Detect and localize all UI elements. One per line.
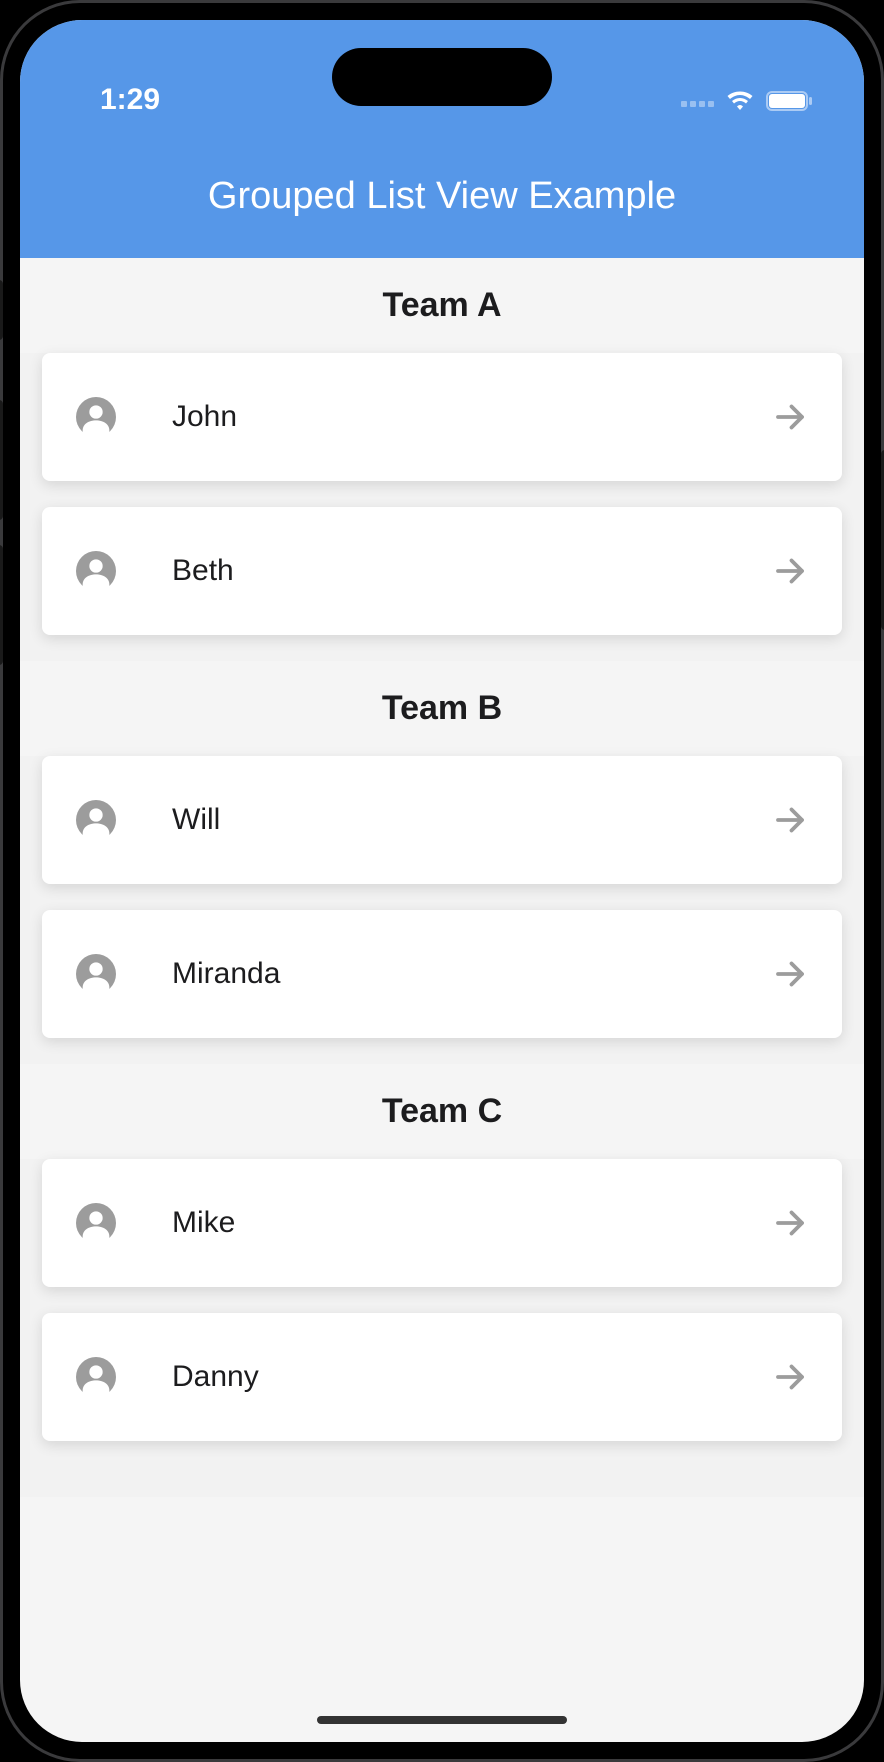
avatar-icon bbox=[76, 954, 116, 994]
cellular-icon bbox=[681, 101, 714, 107]
avatar-icon bbox=[76, 397, 116, 437]
item-name: Will bbox=[172, 803, 772, 837]
arrow-right-icon bbox=[772, 956, 808, 992]
status-icons bbox=[681, 90, 814, 117]
avatar-icon bbox=[76, 800, 116, 840]
device-side-button bbox=[0, 280, 3, 340]
arrow-right-icon bbox=[772, 1359, 808, 1395]
arrow-right-icon bbox=[772, 553, 808, 589]
device-screen: 1:29 bbox=[20, 20, 864, 1742]
group-header: Team A bbox=[20, 258, 864, 353]
device-volume-down-button bbox=[0, 545, 3, 665]
item-name: Mike bbox=[172, 1206, 772, 1240]
list-item[interactable]: Mike bbox=[42, 1159, 842, 1287]
list-content[interactable]: Team A John Beth Team B Will Miranda Team C Mik… bbox=[20, 258, 864, 1497]
device-notch bbox=[332, 48, 552, 106]
item-name: Miranda bbox=[172, 957, 772, 991]
device-volume-up-button bbox=[0, 400, 3, 520]
app-header: Grouped List View Example bbox=[20, 125, 864, 258]
avatar-icon bbox=[76, 1203, 116, 1243]
page-title: Grouped List View Example bbox=[40, 175, 844, 218]
status-time: 1:29 bbox=[100, 83, 160, 117]
list-item[interactable]: Miranda bbox=[42, 910, 842, 1038]
device-frame: 1:29 bbox=[0, 0, 884, 1762]
home-indicator[interactable] bbox=[317, 1716, 567, 1724]
wifi-icon bbox=[726, 90, 754, 117]
group-header: Team B bbox=[20, 661, 864, 756]
battery-icon bbox=[766, 90, 814, 117]
list-item[interactable]: Will bbox=[42, 756, 842, 884]
arrow-right-icon bbox=[772, 1205, 808, 1241]
avatar-icon bbox=[76, 551, 116, 591]
list-item[interactable]: Beth bbox=[42, 507, 842, 635]
item-name: John bbox=[172, 400, 772, 434]
avatar-icon bbox=[76, 1357, 116, 1397]
group-header: Team C bbox=[20, 1064, 864, 1159]
arrow-right-icon bbox=[772, 802, 808, 838]
item-name: Danny bbox=[172, 1360, 772, 1394]
list-item[interactable]: Danny bbox=[42, 1313, 842, 1441]
arrow-right-icon bbox=[772, 399, 808, 435]
list-item[interactable]: John bbox=[42, 353, 842, 481]
item-name: Beth bbox=[172, 554, 772, 588]
